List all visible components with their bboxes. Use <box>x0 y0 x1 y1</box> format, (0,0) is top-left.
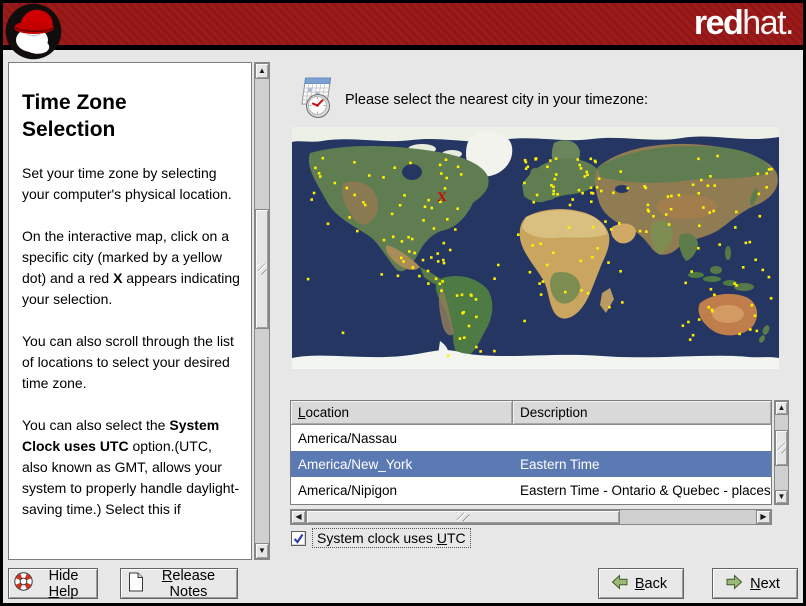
table-row[interactable]: America/New_York Eastern Time <box>291 451 771 477</box>
timezone-table: Location Description America/Nassau Ameri… <box>290 400 772 505</box>
prompt-text: Please select the nearest city in your t… <box>345 92 649 108</box>
wordmark-rest: hat. <box>742 4 794 42</box>
table-vscrollbar-thumb[interactable] <box>775 430 788 466</box>
help-panel: Time Zone Selection Set your time zone b… <box>8 62 252 560</box>
table-vertical-scrollbar[interactable]: ▲ ▼ <box>774 400 789 505</box>
scroll-right-icon[interactable]: ▶ <box>756 510 771 524</box>
hide-help-label: Hide Help <box>48 567 79 600</box>
installer-window: redhat. Time Zone Selection Set your tim… <box>0 0 806 606</box>
utc-checkbox[interactable] <box>291 530 306 546</box>
column-header-description[interactable]: Description <box>513 401 771 425</box>
table-row[interactable]: America/Nipigon Eastern Time - Ontario & … <box>291 477 771 503</box>
scroll-up-icon[interactable]: ▲ <box>775 401 788 415</box>
prompt-row: Please select the nearest city in your t… <box>292 75 648 125</box>
hide-help-button[interactable]: Hide Help <box>8 567 98 600</box>
header-separator <box>3 45 803 50</box>
release-notes-button[interactable]: Release Notes <box>120 567 238 600</box>
release-notes-label: Release Notes <box>161 567 216 600</box>
calendar-clock-icon <box>292 75 334 126</box>
help-paragraph: You can also select the System Clock use… <box>22 417 240 517</box>
back-label: Back <box>634 575 668 592</box>
table-row[interactable]: America/Nassau <box>291 425 771 451</box>
help-paragraph: On the interactive map, click on a speci… <box>22 228 240 307</box>
column-header-location[interactable]: Location <box>291 401 513 425</box>
table-horizontal-scrollbar[interactable]: ◀ ▶ <box>290 509 772 525</box>
next-label: Next <box>750 575 780 592</box>
timezone-world-map[interactable]: X <box>292 127 779 369</box>
scroll-up-icon[interactable]: ▲ <box>255 63 269 79</box>
selected-city-marker: X <box>437 189 447 204</box>
back-button[interactable]: Back <box>598 568 684 599</box>
document-icon <box>128 572 144 596</box>
help-paragraph: Set your time zone by selecting your com… <box>22 165 232 202</box>
utc-checkbox-label[interactable]: System clock uses UTC <box>312 528 471 548</box>
scroll-left-icon[interactable]: ◀ <box>291 510 306 524</box>
table-hscrollbar-thumb[interactable] <box>306 510 620 524</box>
next-arrow-icon <box>725 573 743 594</box>
scroll-down-icon[interactable]: ▼ <box>775 490 788 504</box>
page-title: Time Zone Selection <box>22 91 127 141</box>
wordmark-bold: red <box>693 4 744 42</box>
redhat-shadowman-logo-icon <box>5 3 62 66</box>
table-header: Location Description <box>291 401 771 425</box>
back-arrow-icon <box>611 573 629 594</box>
table-body: America/Nassau America/New_York Eastern Ti… <box>291 425 771 503</box>
checkmark-icon <box>293 533 304 544</box>
column-header-location-label: Location <box>298 405 350 420</box>
help-paragraph: You can also scroll through the list of … <box>22 333 234 391</box>
help-scrollbar-thumb[interactable] <box>255 209 269 329</box>
redhat-wordmark: redhat. <box>693 4 795 43</box>
scroll-down-icon[interactable]: ▼ <box>255 543 269 559</box>
help-scrollbar[interactable]: ▲ ▼ <box>254 62 270 560</box>
help-text: Set your time zone by selecting your com… <box>22 163 241 520</box>
life-ring-icon <box>13 571 34 596</box>
header-bar <box>3 3 803 45</box>
next-button[interactable]: Next <box>712 568 798 599</box>
column-header-description-label: Description <box>520 405 588 420</box>
utc-row: System clock uses UTC <box>291 528 471 548</box>
